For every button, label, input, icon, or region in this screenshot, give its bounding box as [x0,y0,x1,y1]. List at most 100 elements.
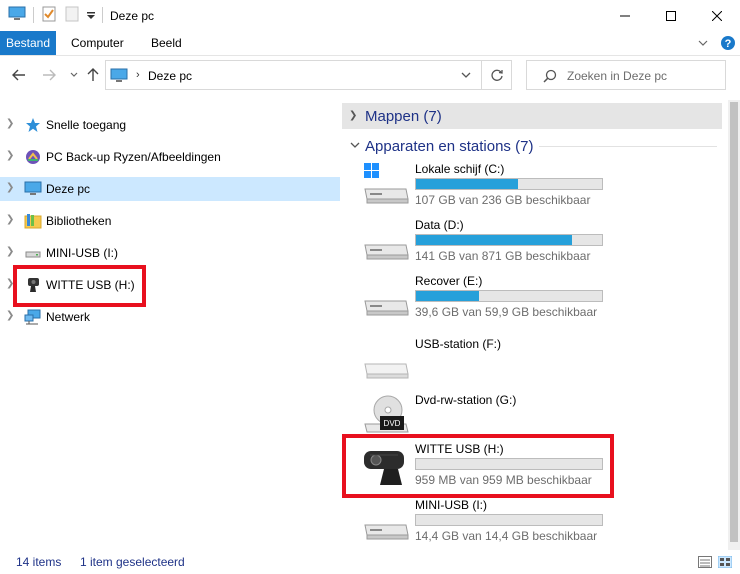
maximize-button[interactable] [648,0,694,31]
new-folder-icon[interactable] [65,6,79,22]
title-separator [102,7,103,23]
group-header-apparaten[interactable]: Apparaten en stations (7) [342,133,722,159]
drive-name: MINI-USB (I:) [415,498,487,512]
hard-drive-icon [364,524,409,540]
drive-item-d[interactable]: Data (D:) 141 GB van 871 GB beschikbaar [342,213,722,269]
expand-arrow-icon[interactable]: ❯ [6,310,14,321]
customize-toolbar-icon[interactable] [86,12,96,20]
cloud-folder-icon [26,150,40,164]
drive-usage-fill [416,235,572,245]
drive-item-f[interactable]: USB-station (F:) [342,332,722,388]
highlight-box-drive [342,434,614,498]
recent-locations-button[interactable] [65,66,83,84]
expand-arrow-icon[interactable]: ❯ [6,118,14,129]
status-bar: 14 items 1 item geselecteerd [0,550,740,574]
computer-icon [24,181,42,195]
back-button[interactable] [10,66,28,84]
expand-arrow-icon[interactable]: ❯ [6,246,14,257]
nav-item-pc-back-up[interactable]: ❯ PC Back-up Ryzen/Afbeeldingen [0,145,340,169]
windows-drive-icon [364,163,409,204]
refresh-icon [490,69,503,81]
drive-free-space: 141 GB van 871 GB beschikbaar [415,249,591,263]
search-box[interactable]: Zoeken in Deze pc [526,60,726,90]
drive-name: Data (D:) [415,218,464,232]
scrollbar-thumb[interactable] [730,102,738,542]
chevron-right-icon: ❯ [349,110,358,121]
hard-drive-icon [364,244,409,260]
nav-item-mini-usb[interactable]: ❯ MINI-USB (I:) [0,241,340,265]
back-arrow-icon [12,69,25,81]
nav-item-label: Snelle toegang [46,118,127,132]
up-arrow-icon [87,68,99,81]
minimize-icon [620,15,630,16]
chevron-down-icon [350,142,360,148]
svg-text:?: ? [725,38,732,50]
nav-item-netwerk[interactable]: ❯ Netwerk [0,305,340,329]
group-header-label: Mappen (7) [365,108,442,125]
tab-computer[interactable]: Computer [63,31,132,55]
title-bar: Deze pc [0,0,740,31]
group-divider [539,146,717,147]
expand-arrow-icon[interactable]: ❯ [6,182,14,193]
drive-item-c[interactable]: Lokale schijf (C:) 107 GB van 236 GB bes… [342,157,722,213]
nav-item-label: PC Back-up Ryzen/Afbeeldingen [46,150,221,164]
address-path[interactable]: Deze pc [148,69,192,83]
address-dropdown-icon[interactable] [461,72,471,79]
vertical-scrollbar[interactable] [728,100,740,550]
drive-usage-bar [415,514,603,526]
usb-drive-icon [25,251,41,258]
dvd-drive-icon: DVD [364,395,409,433]
highlight-box-nav [13,265,146,307]
maximize-icon [666,10,676,21]
up-button[interactable] [84,66,102,84]
drive-name: Recover (E:) [415,274,483,288]
drive-name: USB-station (F:) [415,337,502,351]
drive-usage-bar [415,234,603,246]
nav-item-label: MINI-USB (I:) [46,246,118,260]
forward-arrow-icon [43,69,56,81]
tab-bestand[interactable]: Bestand [0,31,56,55]
close-button[interactable] [694,0,740,31]
properties-icon[interactable] [42,6,56,22]
star-icon [26,118,40,132]
search-placeholder: Zoeken in Deze pc [567,69,668,83]
minimize-button[interactable] [602,0,648,31]
chevron-down-icon [70,72,78,77]
large-icons-view-icon[interactable] [718,556,732,568]
drive-item-i[interactable]: MINI-USB (I:) 14,4 GB van 14,4 GB beschi… [342,493,722,549]
forward-button[interactable] [40,66,58,84]
address-bar[interactable]: › Deze pc [105,60,482,90]
group-header-label: Apparaten en stations (7) [365,138,534,155]
library-icon [24,214,42,229]
close-icon [712,10,722,21]
nav-item-snelle-toegang[interactable]: ❯ Snelle toegang [0,113,340,137]
group-header-mappen[interactable]: ❯ Mappen (7) [342,103,722,129]
expand-arrow-icon[interactable]: ❯ [6,150,14,161]
drive-usage-fill [416,179,518,189]
navigation-pane: ❯ Snelle toegang ❯ PC Back-up Ryzen/Afbe… [0,100,342,540]
tab-beeld[interactable]: Beeld [143,31,190,55]
help-icon[interactable]: ? [720,35,736,51]
details-view-icon[interactable] [698,556,712,568]
drive-item-e[interactable]: Recover (E:) 39,6 GB van 59,9 GB beschik… [342,269,722,325]
drive-free-space: 39,6 GB van 59,9 GB beschikbaar [415,305,598,319]
drive-usage-fill [416,291,480,301]
drive-name: Lokale schijf (C:) [415,162,505,176]
hard-drive-icon [364,300,409,316]
nav-item-bibliotheken[interactable]: ❯ Bibliotheken [0,209,340,233]
navigation-bar: › Deze pc Zoeken in Deze pc [0,56,740,96]
title-separator [33,7,34,23]
computer-icon[interactable] [8,6,26,22]
nav-item-label: Deze pc [46,182,91,196]
window-title: Deze pc [110,9,155,23]
expand-ribbon-icon[interactable] [698,39,708,47]
expand-arrow-icon[interactable]: ❯ [6,214,14,225]
search-icon [543,69,557,83]
drive-usage-bar [415,178,603,190]
computer-icon [110,68,128,82]
network-icon [24,309,41,325]
nav-item-label: Bibliotheken [46,214,112,228]
drive-free-space: 14,4 GB van 14,4 GB beschikbaar [415,529,598,543]
refresh-button[interactable] [482,60,512,90]
nav-item-deze-pc[interactable]: ❯ Deze pc [0,177,340,201]
